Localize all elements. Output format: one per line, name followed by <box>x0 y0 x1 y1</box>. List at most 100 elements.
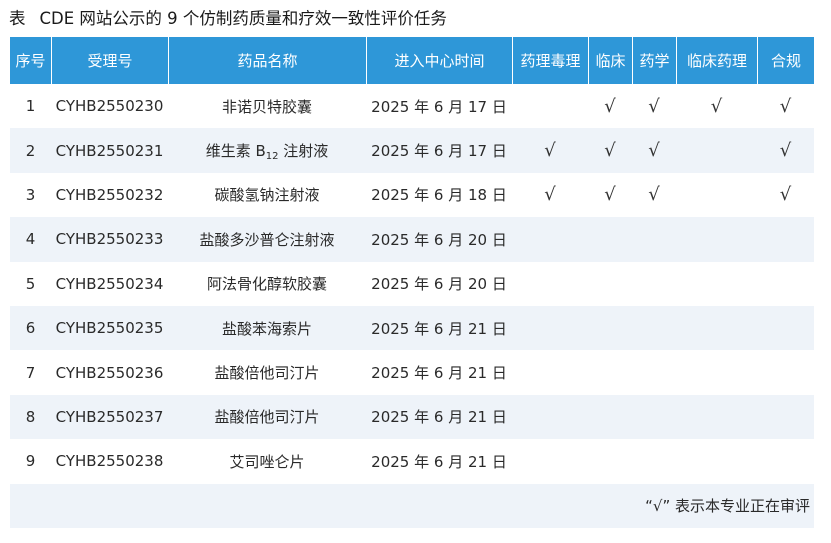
cell-drug-name: 艾司唑仑片 <box>168 439 366 484</box>
cell-clinical <box>588 261 632 306</box>
check-pharm-tox-mark: √ <box>544 140 556 162</box>
footnote-row: “√” 表示本专业正在审评 <box>10 483 814 528</box>
cell-clinical <box>588 439 632 484</box>
cell-clinical <box>588 217 632 262</box>
drug-name-text: 碳酸氢钠注射液 <box>214 186 320 205</box>
cell-pharmacy <box>632 305 676 351</box>
check-compliance-mark: √ <box>779 95 792 117</box>
cell-clin-pharm: √ <box>676 84 757 129</box>
cell-pharmacy <box>632 439 676 484</box>
cell-date: 2025 年 6 月 21 日 <box>366 305 512 351</box>
cell-date: 2025 年 6 月 17 日 <box>366 84 512 129</box>
cell-drug-name: 非诺贝特胶囊 <box>168 84 366 129</box>
cell-date: 2025 年 6 月 17 日 <box>366 128 512 173</box>
cell-compliance <box>757 439 814 484</box>
drug-name-subscript: 12 <box>265 150 279 162</box>
cell-drug-name: 盐酸苯海索片 <box>168 305 366 351</box>
cell-pharm-tox <box>512 394 588 440</box>
cell-pharmacy <box>632 394 676 440</box>
drug-name-text: 阿法骨化醇软胶囊 <box>206 275 327 294</box>
drug-name-text: 盐酸倍他司汀片 <box>214 364 320 383</box>
col-header-no: 序号 <box>10 37 51 84</box>
table-row: 6 CYHB2550235 盐酸苯海索片 2025 年 6 月 21 日 <box>10 305 814 351</box>
cell-clin-pharm <box>676 128 757 173</box>
cell-drug-name: 碳酸氢钠注射液 <box>168 172 366 218</box>
cell-clinical: √ <box>588 128 632 173</box>
cell-pharmacy: √ <box>632 172 676 218</box>
cell-compliance: √ <box>757 84 814 129</box>
cell-accept-no: CYHB2550236 <box>51 350 168 395</box>
cell-date: 2025 年 6 月 21 日 <box>366 394 512 440</box>
col-header-pharmacy: 药学 <box>632 37 676 84</box>
cell-accept-no: CYHB2550232 <box>51 172 168 218</box>
cell-pharmacy: √ <box>632 128 676 173</box>
table-row: 9 CYHB2550238 艾司唑仑片 2025 年 6 月 21 日 <box>10 439 814 484</box>
cell-accept-no: CYHB2550238 <box>51 439 168 484</box>
cell-no: 3 <box>10 172 51 218</box>
col-header-clinical: 临床 <box>588 37 632 84</box>
col-header-pharm-tox: 药理毒理 <box>512 37 588 84</box>
cell-pharm-tox <box>512 217 588 262</box>
check-pharm-tox-mark: √ <box>544 184 556 206</box>
table-row: 4 CYHB2550233 盐酸多沙普仑注射液 2025 年 6 月 20 日 <box>10 217 814 262</box>
drug-name-text: 维生素 B <box>205 141 266 160</box>
cell-compliance <box>757 261 814 306</box>
cell-date: 2025 年 6 月 20 日 <box>366 261 512 306</box>
check-pharmacy-mark: √ <box>648 184 660 206</box>
cell-date: 2025 年 6 月 21 日 <box>366 350 512 395</box>
cell-clin-pharm <box>676 305 757 351</box>
cell-pharm-tox <box>512 261 588 306</box>
cell-no: 7 <box>10 350 51 395</box>
cell-date: 2025 年 6 月 21 日 <box>366 439 512 484</box>
cell-no: 5 <box>10 261 51 306</box>
cell-compliance <box>757 217 814 262</box>
table-body: 1 CYHB2550230 非诺贝特胶囊 2025 年 6 月 17 日 √ √ √ √ 2 CY… <box>10 84 814 484</box>
cell-compliance: √ <box>757 128 814 173</box>
cell-clin-pharm <box>676 261 757 306</box>
cell-date: 2025 年 6 月 20 日 <box>366 217 512 262</box>
cell-accept-no: CYHB2550235 <box>51 305 168 351</box>
cell-accept-no: CYHB2550230 <box>51 84 168 129</box>
cell-compliance <box>757 305 814 351</box>
check-pharmacy-mark: √ <box>648 95 660 117</box>
header-row: 序号 受理号 药品名称 进入中心时间 药理毒理 临床 药学 临床药理 合规 <box>10 37 814 84</box>
cell-pharm-tox <box>512 439 588 484</box>
cell-accept-no: CYHB2550234 <box>51 261 168 306</box>
cell-accept-no: CYHB2550233 <box>51 217 168 262</box>
check-pharmacy-mark: √ <box>648 140 660 162</box>
cell-no: 9 <box>10 439 51 484</box>
cell-pharmacy: √ <box>632 84 676 129</box>
table-row: 5 CYHB2550234 阿法骨化醇软胶囊 2025 年 6 月 20 日 <box>10 261 814 306</box>
check-clinical-mark: √ <box>604 140 616 162</box>
cell-clinical <box>588 305 632 351</box>
cell-no: 6 <box>10 305 51 351</box>
table-title: 表 CDE 网站公示的 9 个仿制药质量和疗效一致性评价任务 <box>9 4 447 34</box>
cell-accept-no: CYHB2550231 <box>51 128 168 173</box>
cell-no: 1 <box>10 84 51 129</box>
cell-pharmacy <box>632 261 676 306</box>
drug-name-suffix: 注射液 <box>278 141 329 160</box>
drug-name-text: 盐酸多沙普仑注射液 <box>199 230 335 249</box>
drug-name-text: 非诺贝特胶囊 <box>221 97 312 116</box>
cell-pharm-tox <box>512 305 588 351</box>
cell-drug-name: 盐酸多沙普仑注射液 <box>168 217 366 262</box>
cell-date: 2025 年 6 月 18 日 <box>366 172 512 218</box>
table-row: 8 CYHB2550237 盐酸倍他司汀片 2025 年 6 月 21 日 <box>10 394 814 440</box>
table-row: 7 CYHB2550236 盐酸倍他司汀片 2025 年 6 月 21 日 <box>10 350 814 395</box>
col-header-accept-no: 受理号 <box>51 37 168 84</box>
cell-pharmacy <box>632 350 676 395</box>
cell-clinical: √ <box>588 84 632 129</box>
check-clinical-mark: √ <box>604 184 616 206</box>
table-title-label: 表 <box>9 9 26 28</box>
cell-compliance <box>757 394 814 440</box>
drug-name-text: 盐酸倍他司汀片 <box>214 408 320 427</box>
cell-pharmacy <box>632 217 676 262</box>
cell-clinical <box>588 350 632 395</box>
check-compliance-mark: √ <box>779 184 792 206</box>
col-header-compliance: 合规 <box>757 37 814 84</box>
cell-pharm-tox <box>512 84 588 129</box>
col-header-drug-name: 药品名称 <box>168 37 366 84</box>
cell-compliance <box>757 350 814 395</box>
cell-clin-pharm <box>676 439 757 484</box>
check-compliance-mark: √ <box>779 140 792 162</box>
